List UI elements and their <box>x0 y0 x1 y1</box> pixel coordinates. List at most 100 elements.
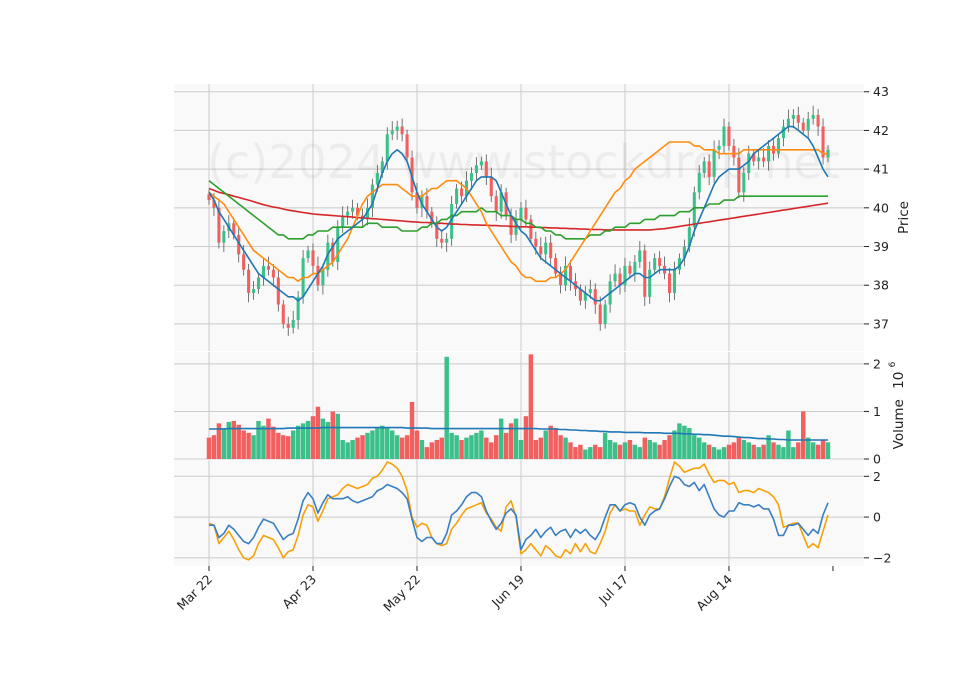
candle-up <box>722 126 726 146</box>
volume-bar <box>419 439 425 459</box>
volume-bar <box>597 447 603 459</box>
volume-bar <box>538 437 544 459</box>
candle-up <box>638 250 642 262</box>
candle-up <box>781 126 785 139</box>
volume-bar <box>469 435 474 459</box>
volume-bar <box>498 418 504 459</box>
volume-bar <box>246 432 251 459</box>
volume-bar <box>434 439 440 459</box>
volume-bar <box>741 439 747 459</box>
volume-bar <box>583 449 588 459</box>
candle-up <box>479 161 483 166</box>
volume-bar <box>781 447 786 459</box>
candle-up <box>776 138 781 154</box>
volume-axis-title-label: Volume <box>891 399 907 449</box>
volume-bar <box>281 435 286 459</box>
volume-bar <box>409 401 415 459</box>
volume-bar <box>533 439 539 459</box>
volume-bar <box>672 430 677 459</box>
volume-axis-title-base: 10 <box>891 372 907 389</box>
candle-down <box>707 161 711 177</box>
volume-bar <box>647 439 652 459</box>
candle-down <box>643 250 647 297</box>
volume-bar <box>360 435 365 459</box>
candle-down <box>568 265 573 282</box>
volume-bar <box>825 442 831 459</box>
volume-bar <box>791 447 796 459</box>
volume-bar <box>439 437 444 459</box>
y-tick-label: 0 <box>873 510 881 525</box>
date-axis: Mar 22 Apr 23 May 22 Jun 19 Jul 17 Aug 14 <box>174 566 834 615</box>
candle-down <box>271 269 275 278</box>
volume-bar <box>805 437 811 459</box>
volume-bar <box>617 444 623 459</box>
candle-up <box>653 258 657 270</box>
candle-down <box>628 265 632 274</box>
volume-bar <box>543 430 548 459</box>
volume-bar <box>305 420 311 459</box>
candle-up <box>395 126 399 131</box>
x-tick-label: Mar 22 <box>174 572 215 613</box>
candle-up <box>455 188 459 204</box>
volume-axis-title-exponent: 6 <box>888 361 898 367</box>
stock-chart: (c)2024 www.stockdrop.net 37383940414243… <box>174 84 912 615</box>
price-axis: 37 38 39 40 41 42 43 <box>864 84 889 331</box>
volume-bar <box>256 420 261 459</box>
volume-bar <box>657 444 662 459</box>
y-tick-label: 1 <box>873 404 881 419</box>
volume-bar <box>652 442 657 459</box>
volume-bar <box>796 442 801 459</box>
candle-up <box>390 130 394 135</box>
volume-bar <box>251 435 256 459</box>
candle-down <box>242 254 246 270</box>
candle-up <box>712 149 716 177</box>
volume-bar <box>573 447 578 459</box>
candle-down <box>727 126 731 146</box>
candle-down <box>286 323 290 328</box>
volume-bar <box>345 442 350 459</box>
candle-up <box>692 192 696 228</box>
volume-bar <box>612 442 618 459</box>
candle-down <box>732 145 736 158</box>
y-tick-label: 38 <box>873 278 889 293</box>
volume-bar <box>528 354 534 459</box>
volume-bar <box>261 425 266 459</box>
candle-up <box>648 269 652 297</box>
volume-bar <box>315 406 321 459</box>
y-tick-label: 42 <box>873 123 889 138</box>
y-tick-label: 41 <box>873 162 889 177</box>
volume-bar <box>667 435 672 459</box>
volume-bar <box>365 432 370 459</box>
candle-down <box>484 161 488 177</box>
candle-down <box>796 114 800 123</box>
volume-bar <box>226 421 232 459</box>
volume-bar <box>751 444 756 459</box>
volume-bar <box>221 428 227 459</box>
candle-down <box>247 269 251 293</box>
x-tick-label: Apr 23 <box>279 572 319 612</box>
volume-bar <box>404 435 410 459</box>
candle-up <box>469 173 473 181</box>
y-tick-label: 2 <box>873 356 881 371</box>
candle-down <box>276 277 280 305</box>
volume-bar <box>394 435 400 459</box>
candle-down <box>405 134 409 158</box>
candle-down <box>539 246 543 255</box>
x-tick-label: May 22 <box>380 572 423 615</box>
volume-bar <box>786 430 791 459</box>
candle-down <box>281 304 285 324</box>
volume-bar <box>746 442 751 459</box>
volume-bar <box>375 428 380 459</box>
x-tick-label: Aug 14 <box>693 571 735 613</box>
volume-bar <box>459 439 464 459</box>
volume-bar <box>271 426 276 459</box>
candle-down <box>658 258 662 266</box>
candle-up <box>321 269 325 286</box>
candle-up <box>767 145 771 162</box>
volume-bar <box>771 442 776 459</box>
volume-bar <box>632 444 638 459</box>
oscillator-panel: −2 0 2 <box>174 460 891 566</box>
volume-bar <box>692 435 697 459</box>
volume-bar <box>548 425 553 459</box>
candle-down <box>529 219 533 239</box>
